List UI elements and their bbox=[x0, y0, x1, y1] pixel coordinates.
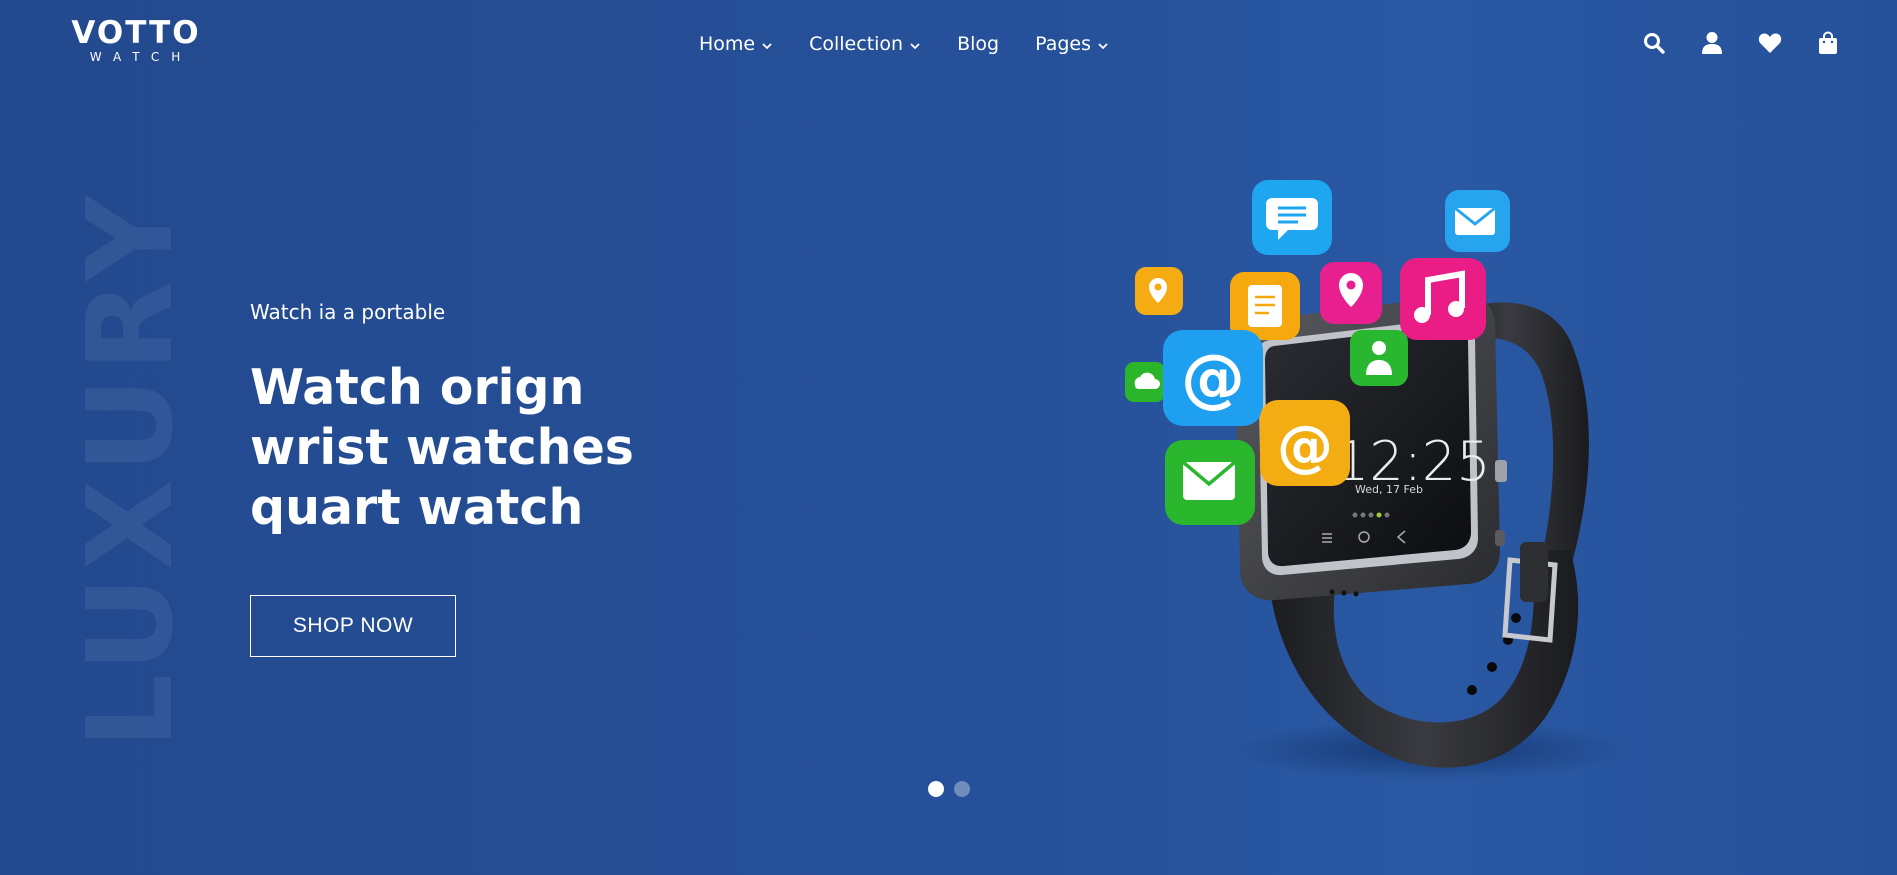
headline-line: Watch orign bbox=[250, 359, 585, 416]
slider-pagination bbox=[928, 781, 970, 797]
header-icons bbox=[1640, 29, 1841, 56]
heart-icon bbox=[1758, 32, 1781, 53]
logo-name: VOTTO bbox=[71, 15, 201, 51]
shop-now-button[interactable]: SHOP NOW bbox=[250, 595, 456, 657]
nav-item-home[interactable]: Home bbox=[699, 30, 773, 58]
user-icon bbox=[1701, 31, 1722, 54]
smartwatch-image: 12:25 Wed, 17 Feb @ @ bbox=[1125, 180, 1630, 780]
chevron-down-icon bbox=[910, 43, 920, 50]
search-icon bbox=[1643, 32, 1665, 54]
watermark-text: LUXURY bbox=[61, 189, 199, 749]
chevron-down-icon bbox=[1098, 43, 1108, 50]
headline-line: quart watch bbox=[250, 479, 584, 536]
nav-item-label: Pages bbox=[1035, 33, 1091, 55]
nav-item-collection[interactable]: Collection bbox=[809, 30, 921, 58]
hero-headline: Watch orign wrist watches quart watch bbox=[250, 358, 730, 538]
hero-slider: LUXURY VOTTO WATCH Home Collection Blog … bbox=[0, 0, 1897, 875]
chevron-down-icon bbox=[762, 43, 772, 50]
headline-line: wrist watches bbox=[250, 419, 634, 476]
nav-item-label: Collection bbox=[809, 33, 904, 55]
slide-dot-2[interactable] bbox=[954, 781, 970, 797]
search-button[interactable] bbox=[1640, 29, 1667, 56]
watch-date: Wed, 17 Feb bbox=[1355, 483, 1423, 496]
main-nav: Home Collection Blog Pages bbox=[699, 30, 1145, 58]
logo[interactable]: VOTTO WATCH bbox=[70, 16, 202, 64]
nav-item-label: Blog bbox=[957, 33, 1000, 55]
logo-sub: WATCH bbox=[89, 50, 193, 64]
site-header: VOTTO WATCH Home Collection Blog Pages bbox=[0, 0, 1897, 88]
nav-item-label: Home bbox=[699, 33, 756, 55]
nav-item-pages[interactable]: Pages bbox=[1035, 30, 1109, 58]
svg-text:@: @ bbox=[1181, 342, 1245, 416]
bag-icon bbox=[1818, 30, 1837, 54]
svg-text:@: @ bbox=[1277, 414, 1333, 479]
cart-button[interactable] bbox=[1814, 29, 1841, 56]
slide-dot-1[interactable] bbox=[928, 781, 944, 797]
account-button[interactable] bbox=[1698, 29, 1725, 56]
hero-tagline: Watch ia a portable bbox=[250, 300, 446, 324]
wishlist-button[interactable] bbox=[1756, 29, 1783, 56]
nav-item-blog[interactable]: Blog bbox=[957, 30, 999, 58]
